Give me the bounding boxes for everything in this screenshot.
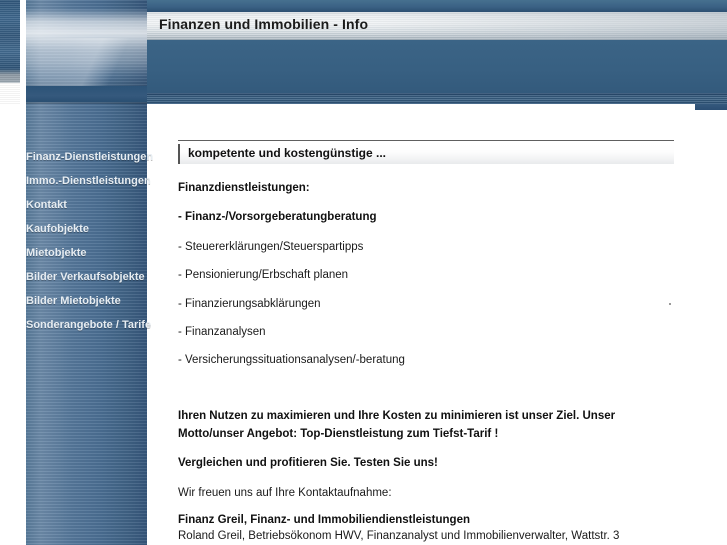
sidebar-item-kontakt[interactable]: Kontakt: [26, 193, 147, 217]
service-item-5: - Versicherungssituationsanalysen/-berat…: [178, 354, 405, 366]
sidebar-item-label: Bilder Verkaufsobjekte: [26, 271, 145, 283]
service-item-1: - Steuererklärungen/Steuerspartipps: [178, 241, 364, 253]
sidebar-item-immo-dienstleistungen[interactable]: Immo.-Dienstleistungen: [26, 169, 151, 193]
sidebar-item-label: Sonderangebote / Tarife: [26, 319, 152, 331]
sidebar-item-bilder-verkaufsobjekte[interactable]: Bilder Verkaufsobjekte: [26, 265, 147, 289]
sidebar-item-label: Immo.-Dienstleistungen: [26, 175, 151, 187]
header-bottom-trim-scanlines: [147, 93, 727, 104]
banner-text: kompetente und kostengünstige ...: [188, 146, 387, 160]
sidebar-item-label: Kontakt: [26, 199, 67, 211]
header-left-edge-strip: [0, 0, 20, 104]
header-plate-top-trim: [147, 0, 727, 12]
section-heading: Finanzdienstleistungen:: [178, 182, 310, 194]
call-to-action: Vergleichen und profitieren Sie. Testen …: [178, 457, 438, 469]
content-speck: [669, 303, 671, 305]
sidebar-item-label: Bilder Mietobjekte: [26, 295, 121, 307]
banner-left-bar: [178, 144, 180, 164]
company-name: Finanz Greil, Finanz- und Immobiliendien…: [178, 514, 470, 526]
sidebar-item-label: Kaufobjekte: [26, 223, 89, 235]
page-root: Finanzen und Immobilien - Info Finanz-Di…: [0, 0, 727, 545]
page-title: Finanzen und Immobilien - Info: [159, 16, 369, 32]
pitch-line-2: Motto/unser Angebot: Top-Dienstleistung …: [178, 428, 499, 440]
header-right-tab: [695, 104, 727, 110]
service-item-2: - Pensionierung/Erbschaft planen: [178, 269, 349, 281]
sidebar-item-label: Finanz-Dienstleistungen: [26, 151, 154, 163]
service-item-4: - Finanzanalysen: [178, 326, 266, 338]
service-item-0: - Finanz-/Vorsorgeberatungberatung: [178, 211, 377, 223]
sidebar-item-finanz-dienstleistungen[interactable]: Finanz-Dienstleistungen: [26, 145, 153, 169]
header-bottom-trim: [147, 93, 727, 104]
sidebar-dark-band: [26, 86, 147, 102]
sidebar-diagonal-sweep: [26, 38, 147, 98]
sidebar-item-bilder-mietobjekte[interactable]: Bilder Mietobjekte: [26, 289, 147, 313]
sidebar-item-mietobjekte[interactable]: Mietobjekte: [26, 241, 147, 265]
header-body: [147, 40, 727, 93]
header-title-band: Finanzen und Immobilien - Info: [147, 12, 727, 40]
content-top-rule: [178, 140, 674, 141]
sidebar-item-kaufobjekte[interactable]: Kaufobjekte: [26, 217, 147, 241]
sidebar-item-label: Mietobjekte: [26, 247, 87, 259]
content-banner: kompetente und kostengünstige ...: [178, 144, 674, 164]
header-left-edge-scanlines: [0, 0, 20, 104]
sidebar-nav: Finanz-Dienstleistungen Immo.-Dienstleis…: [26, 145, 153, 337]
contact-intro: Wir freuen uns auf Ihre Kontaktaufnahme:: [178, 487, 392, 499]
sidebar-item-sonderangebote-tarife[interactable]: Sonderangebote / Tarife: [26, 313, 151, 337]
sidebar-gloss-highlight: [26, 8, 147, 104]
pitch-line-1: Ihren Nutzen zu maximieren und Ihre Kost…: [178, 410, 616, 422]
company-details: Roland Greil, Betriebsökonom HWV, Finanz…: [178, 530, 620, 542]
service-item-3: - Finanzierungsabklärungen: [178, 298, 321, 310]
